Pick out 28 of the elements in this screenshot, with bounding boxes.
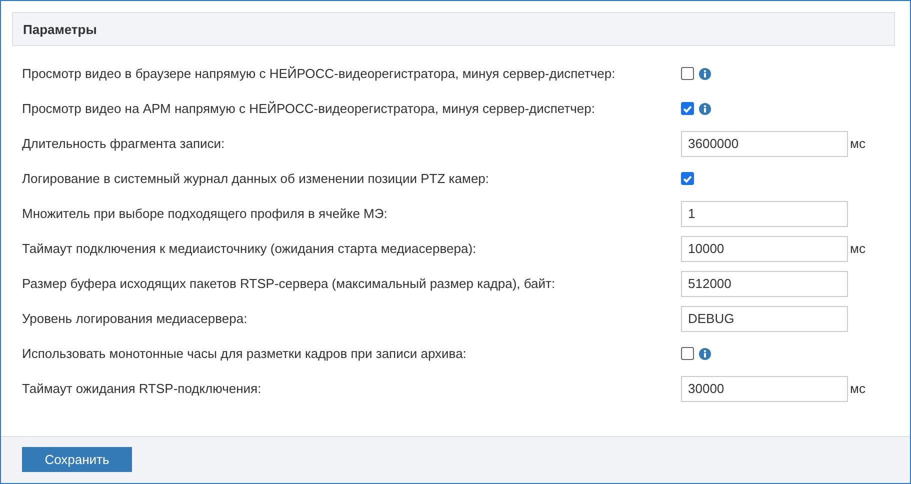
save-button[interactable]: Сохранить bbox=[22, 447, 132, 472]
checkbox[interactable] bbox=[681, 67, 694, 80]
input-field[interactable]: 3600000 bbox=[681, 130, 848, 156]
setting-label: Размер буфера исходящих пакетов RTSP-сервера (максимальный размер кадра), байт: bbox=[22, 276, 556, 291]
setting-label: Длительность фрагмента записи: bbox=[22, 136, 226, 151]
info-icon[interactable] bbox=[699, 348, 711, 360]
checkbox[interactable] bbox=[681, 102, 694, 115]
input-field[interactable]: 10000 bbox=[681, 236, 848, 262]
setting-label: Использовать монотонные часы для разметки кадров при записи архива: bbox=[22, 346, 468, 361]
info-icon[interactable] bbox=[699, 68, 711, 80]
checkbox[interactable] bbox=[681, 172, 694, 185]
panel-title: Параметры bbox=[12, 12, 895, 46]
setting-label: Логирование в системный журнал данных об изменении позиции PTZ камер: bbox=[22, 171, 490, 186]
unit-label: мс bbox=[850, 381, 866, 396]
input-field[interactable]: DEBUG bbox=[681, 306, 848, 332]
input-field[interactable]: 1 bbox=[681, 200, 848, 226]
input-field[interactable]: 512000 bbox=[681, 270, 848, 296]
unit-label: мс bbox=[850, 136, 866, 151]
info-icon[interactable] bbox=[699, 102, 711, 114]
setting-label: Просмотр видео на АРМ напрямую с НЕЙРОСС-видеорегистратора, минуя сервер-диспетчер: bbox=[22, 101, 596, 116]
unit-label: мс bbox=[850, 241, 866, 256]
setting-label: Множитель при выборе подходящего профиля в ячейке МЭ: bbox=[22, 206, 388, 221]
setting-label: Уровень логирования медиасервера: bbox=[22, 311, 248, 326]
checkbox[interactable] bbox=[681, 347, 694, 360]
setting-label: Таймаут подключения к медиаисточнику (ожидания старта медиасервера): bbox=[22, 241, 478, 256]
input-field[interactable]: 30000 bbox=[681, 376, 848, 402]
setting-label: Таймаут ожидания RTSP-подключения: bbox=[22, 381, 262, 396]
setting-label: Просмотр видео в браузере напрямую с НЕЙРОСС-видеорегистратора, минуя сервер-диспетчер: bbox=[22, 66, 616, 81]
